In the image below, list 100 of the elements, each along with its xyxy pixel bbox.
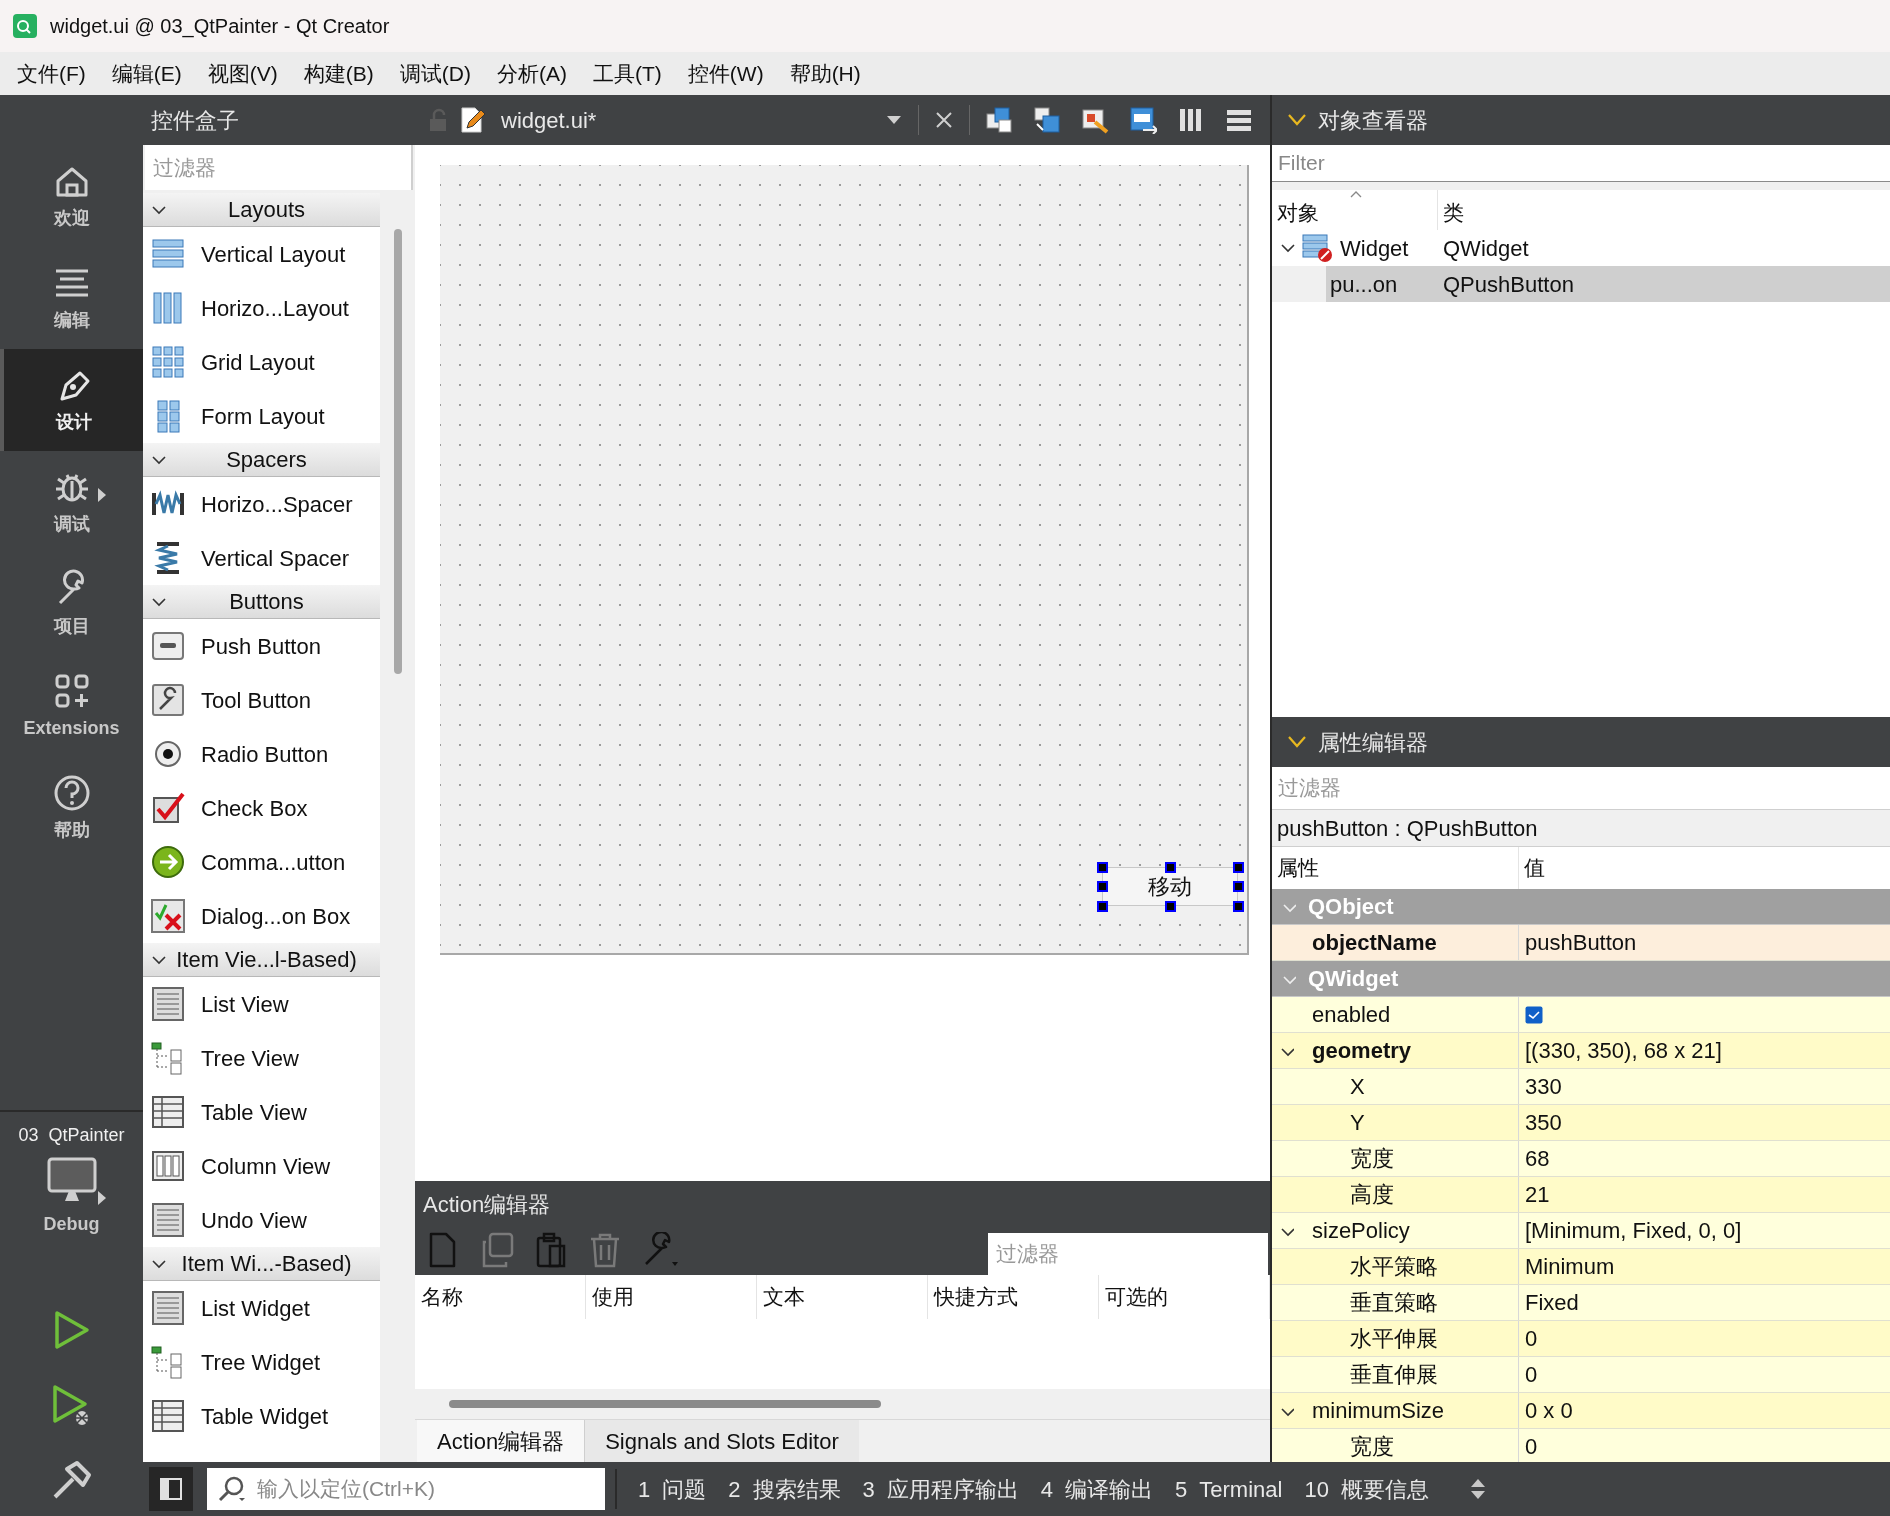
search-icon — [217, 1475, 247, 1503]
widget-item[interactable]: Push Button — [143, 619, 380, 673]
column-header[interactable]: 类 — [1438, 190, 1890, 230]
output-pane-button[interactable]: 5 Terminal — [1164, 1462, 1294, 1516]
check-cross-icon — [151, 899, 185, 933]
widget-item[interactable]: Grid Layout — [143, 335, 380, 389]
property-row[interactable]: 垂直伸展 0 — [1272, 1357, 1890, 1393]
category-header[interactable]: Spacers — [143, 443, 380, 477]
layout-icon — [985, 106, 1013, 134]
widget-item[interactable]: List View — [143, 977, 380, 1031]
category-header[interactable]: Layouts — [143, 193, 380, 227]
project-name: 03 QtPainter — [18, 1124, 125, 1147]
widget-item[interactable]: Tree View — [143, 1031, 380, 1085]
property-row[interactable]: 宽度 0 — [1272, 1429, 1890, 1462]
widget-item[interactable]: Dialog...on Box — [143, 889, 380, 943]
mode-button[interactable]: 设计 — [0, 349, 143, 451]
category-header[interactable]: Item Wi...-Based) — [143, 1247, 380, 1281]
menu-item[interactable]: 帮助(H) — [776, 52, 874, 95]
property-row[interactable]: 宽度 68 — [1272, 1141, 1890, 1177]
resize-handle[interactable] — [1165, 901, 1176, 912]
widget-item[interactable]: Radio Button — [143, 727, 380, 781]
output-pane-button[interactable]: 3 应用程序输出 — [851, 1462, 1030, 1516]
filter-field[interactable]: 过滤器 — [1272, 767, 1890, 809]
output-pane-button[interactable]: 4 编译输出 — [1029, 1462, 1164, 1516]
target-selector[interactable]: 03 QtPainter Debug — [0, 1112, 143, 1292]
button-icon — [151, 629, 185, 663]
property-row[interactable]: 高度 21 — [1272, 1177, 1890, 1213]
column-header[interactable]: 文本 — [757, 1275, 928, 1319]
widget-item[interactable]: Vertical Spacer — [143, 531, 380, 585]
close-icon — [935, 111, 953, 129]
property-row[interactable]: enabled — [1272, 997, 1890, 1033]
output-pane-button[interactable]: 2 搜索结果 — [717, 1462, 852, 1516]
menu-item[interactable]: 文件(F) — [4, 52, 99, 95]
widget-item[interactable]: Table View — [143, 1085, 380, 1139]
tab[interactable]: Action编辑器 — [417, 1420, 585, 1462]
widget-item[interactable]: Table Widget — [143, 1389, 380, 1443]
menu-item[interactable]: 构建(B) — [290, 52, 387, 95]
property-row[interactable]: minimumSize 0 x 0 — [1272, 1393, 1890, 1429]
column-header[interactable]: 对象 — [1272, 190, 1438, 230]
widget-item[interactable]: Undo View — [143, 1193, 380, 1247]
resize-handle[interactable] — [1097, 881, 1108, 892]
resize-handle[interactable] — [1233, 862, 1244, 873]
property-row[interactable]: 水平伸展 0 — [1272, 1321, 1890, 1357]
locator-field[interactable]: 输入以定位(Ctrl+K) — [207, 1468, 605, 1510]
property-row[interactable]: Y 350 — [1272, 1105, 1890, 1141]
tree-row[interactable]: Widget QWidget — [1272, 230, 1890, 266]
widget-item[interactable]: Tree Widget — [143, 1335, 380, 1389]
scrollbar-thumb[interactable] — [449, 1400, 881, 1408]
tool-button-icon — [151, 683, 185, 717]
widget-item[interactable]: Comma...utton — [143, 835, 380, 889]
widget-item[interactable]: Form Layout — [143, 389, 380, 443]
column-header[interactable]: 使用 — [586, 1275, 757, 1319]
category-header[interactable]: Buttons — [143, 585, 380, 619]
resize-handle[interactable] — [1097, 901, 1108, 912]
build-config: Debug — [43, 1213, 100, 1236]
filter-field[interactable]: 过滤器 — [145, 145, 413, 190]
property-row[interactable]: geometry [(330, 350), 68 x 21] — [1272, 1033, 1890, 1069]
property-row[interactable]: sizePolicy [Minimum, Fixed, 0, 0] — [1272, 1213, 1890, 1249]
menu-item[interactable]: 编辑(E) — [98, 52, 195, 95]
property-row[interactable]: objectName pushButton — [1272, 925, 1890, 961]
column-header[interactable]: 名称 — [415, 1275, 586, 1319]
resize-handle[interactable] — [1097, 862, 1108, 873]
checkbox-checked-icon[interactable] — [1525, 1005, 1543, 1024]
list-icon — [151, 1291, 185, 1325]
widget-item[interactable]: Tool Button — [143, 673, 380, 727]
scrollbar-thumb[interactable] — [393, 229, 402, 674]
output-pane-button[interactable]: 1 问题 — [627, 1462, 718, 1516]
menu-item[interactable]: 工具(T) — [580, 52, 675, 95]
filter-field[interactable]: 过滤器 — [988, 1233, 1268, 1275]
document-pen-icon — [459, 106, 487, 134]
resize-handle[interactable] — [1165, 862, 1176, 873]
menu-item[interactable]: 视图(V) — [194, 52, 291, 95]
sidebar-toggle-button[interactable] — [149, 1467, 193, 1511]
tab[interactable]: Signals and Slots Editor — [584, 1420, 859, 1462]
menu-item[interactable]: 控件(W) — [674, 52, 777, 95]
filter-field[interactable]: Filter — [1272, 145, 1890, 182]
menu-item[interactable]: 调试(D) — [386, 52, 484, 95]
widget-item[interactable]: Vertical Layout — [143, 227, 380, 281]
column-header[interactable]: 值 — [1519, 847, 1890, 889]
resize-handle[interactable] — [1233, 881, 1244, 892]
output-pane-button[interactable]: 10 概要信息 — [1293, 1462, 1440, 1516]
widget-item[interactable]: List Widget — [143, 1281, 380, 1335]
resize-handle[interactable] — [1233, 901, 1244, 912]
menu-item[interactable]: 分析(A) — [484, 52, 580, 95]
property-row[interactable]: 垂直策略 Fixed — [1272, 1285, 1890, 1321]
property-row[interactable]: X 330 — [1272, 1069, 1890, 1105]
widget-item[interactable]: Horizo...Layout — [143, 281, 380, 335]
column-header[interactable]: 快捷方式 — [928, 1275, 1099, 1319]
widget-item[interactable]: Horizo...Spacer — [143, 477, 380, 531]
form-push-button[interactable]: 移动 — [1102, 867, 1238, 906]
play-icon — [53, 1310, 90, 1350]
widget-item[interactable]: Column View — [143, 1139, 380, 1193]
chevron-down-icon — [1288, 736, 1306, 748]
widget-item[interactable]: Check Box — [143, 781, 380, 835]
column-header[interactable]: 可选的 — [1099, 1275, 1270, 1319]
checkbox-icon — [151, 791, 185, 825]
property-row[interactable]: 水平策略 Minimum — [1272, 1249, 1890, 1285]
category-header[interactable]: Item Vie...l-Based) — [143, 943, 380, 977]
monitor-icon — [46, 1157, 97, 1203]
columns-icon — [151, 291, 185, 325]
